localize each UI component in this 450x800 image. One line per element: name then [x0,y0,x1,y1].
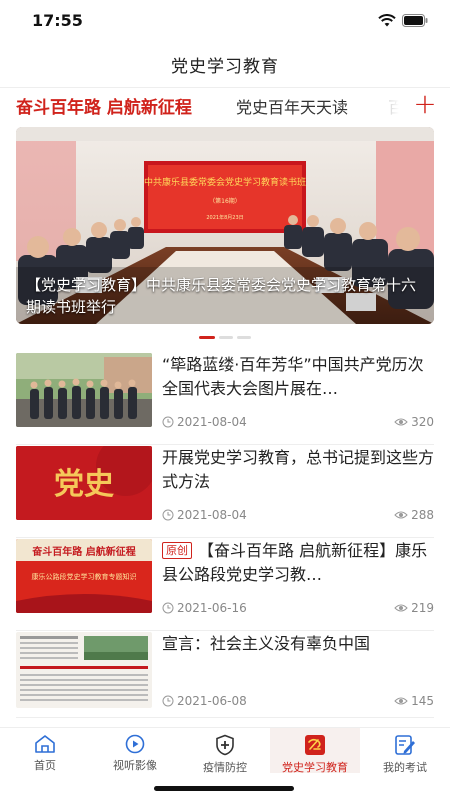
news-title: “筚路蓝缕·百年芳华”中国共产党历次全国代表大会图片展在… [162,355,424,398]
news-views-wrap: 288 [394,508,434,522]
battery-icon [402,14,428,27]
home-icon [33,734,57,754]
news-thumbnail [16,632,152,708]
news-views-wrap: 219 [394,601,434,615]
news-thumbnail [16,353,152,427]
tab-exam[interactable]: 我的考试 [360,728,450,774]
tab-label: 党史学习教育 [282,761,348,774]
plus-icon: + [413,87,437,120]
screen-date: 2021年8月23日 [206,214,243,221]
road-banner-graphic: 奋斗百年路 启航新征程 康乐公路段党史学习教育专题知识 [16,539,152,613]
news-views: 288 [411,508,434,522]
newspaper-graphic [16,632,152,708]
channel-tab[interactable]: 党史百年天天读 [236,94,348,118]
thumb-text: 奋斗百年路 启航新征程 [31,545,135,558]
add-channel-button[interactable]: + [410,88,440,122]
news-item[interactable]: 奋斗百年路 启航新征程 康乐公路段党史学习教育专题知识 原创 【奋斗百年路 启航新… [16,539,434,631]
news-views-wrap: 145 [394,694,434,708]
carousel-dot[interactable] [219,336,233,339]
news-views-wrap: 320 [394,415,434,429]
news-date: 2021-06-16 [177,601,247,615]
eye-icon [394,604,408,612]
news-title: 开展党史学习教育，总书记提到这些方式方法 [162,448,434,491]
party-emblem-icon [303,734,327,756]
news-meta: 2021-08-04 320 [162,415,434,429]
news-date-wrap: 2021-08-04 [162,508,247,522]
clock-icon [162,416,174,428]
original-badge: 原创 [162,542,192,559]
tab-label: 视听影像 [113,759,157,772]
eye-icon [394,697,408,705]
news-views: 219 [411,601,434,615]
news-thumbnail: 奋斗百年路 启航新征程 康乐公路段党史学习教育专题知识 [16,539,152,613]
video-icon [123,734,147,754]
carousel-dot-active[interactable] [199,336,215,339]
clock-icon [162,509,174,521]
eye-icon [394,418,408,426]
tab-epidemic[interactable]: 疫情防控 [180,728,270,774]
news-meta: 2021-08-04 288 [162,508,434,522]
clock-icon [162,602,174,614]
news-date-wrap: 2021-06-16 [162,601,247,615]
tab-home[interactable]: 首页 [0,728,90,773]
status-icons [378,14,428,27]
party-history-graphic: 党史 [16,446,152,520]
shield-plus-icon [213,734,237,756]
wifi-icon [378,14,396,27]
news-views: 320 [411,415,434,429]
news-meta: 2021-06-16 219 [162,601,434,615]
channel-fade [378,88,408,122]
exam-icon [393,734,417,756]
news-item[interactable]: “筚路蓝缕·百年芳华”中国共产党历次全国代表大会图片展在… 2021-08-04… [16,353,434,445]
news-thumbnail: 党史 [16,446,152,520]
tab-label: 疫情防控 [203,761,247,774]
eye-icon [394,511,408,519]
news-date-wrap: 2021-06-08 [162,694,247,708]
banner-caption: 【党史学习教育】中共康乐县委常委会党史学习教育第十六期读书班举行 [26,276,417,316]
carousel-indicator [0,336,450,342]
tab-label: 我的考试 [383,761,427,774]
news-title: 宣言：社会主义没有辜负中国 [162,634,371,653]
home-indicator[interactable] [154,786,294,791]
channel-bar: 奋斗百年路 启航新征程 党史百年天天读 百 + [0,88,450,122]
exhibition-photo [16,353,152,427]
tab-label: 首页 [34,759,56,772]
page-title: 党史学习教育 [171,57,279,77]
news-title-text: 【奋斗百年路 启航新征程】康乐县公路段党史学习教… [162,541,428,584]
news-date: 2021-06-08 [177,694,247,708]
news-date: 2021-08-04 [177,508,247,522]
screen-subtitle: （第16期） [209,197,241,205]
screen-title: 中共康乐县委常委会党史学习教育读书班 [144,176,306,188]
carousel-dot[interactable] [237,336,251,339]
status-time: 17:55 [32,11,83,30]
tab-video[interactable]: 视听影像 [90,728,180,773]
tab-party-history[interactable]: 党史学习教育 [270,728,360,774]
clock-icon [162,695,174,707]
news-item[interactable]: 宣言：社会主义没有辜负中国 2021-06-08 145 [16,632,434,718]
news-views: 145 [411,694,434,708]
news-date-wrap: 2021-08-04 [162,415,247,429]
news-meta: 2021-06-08 145 [162,694,434,708]
news-date: 2021-08-04 [177,415,247,429]
news-title: 原创 【奋斗百年路 启航新征程】康乐县公路段党史学习教… [162,539,434,587]
bottom-nav: 首页 视听影像 疫情防控 党史学习教育 我的考试 [0,727,450,774]
app-header: 党史学习教育 [0,42,450,88]
status-bar: 17:55 [0,0,450,42]
news-item[interactable]: 党史 开展党史学习教育，总书记提到这些方式方法 2021-08-04 288 [16,446,434,538]
thumb-subtext: 康乐公路段党史学习教育专题知识 [32,572,137,581]
banner-carousel[interactable]: 中共康乐县委常委会党史学习教育读书班 （第16期） 2021年8月23日 【党史… [16,127,434,324]
channel-tab-active[interactable]: 奋斗百年路 启航新征程 [16,93,192,118]
thumb-text: 党史 [54,467,114,502]
